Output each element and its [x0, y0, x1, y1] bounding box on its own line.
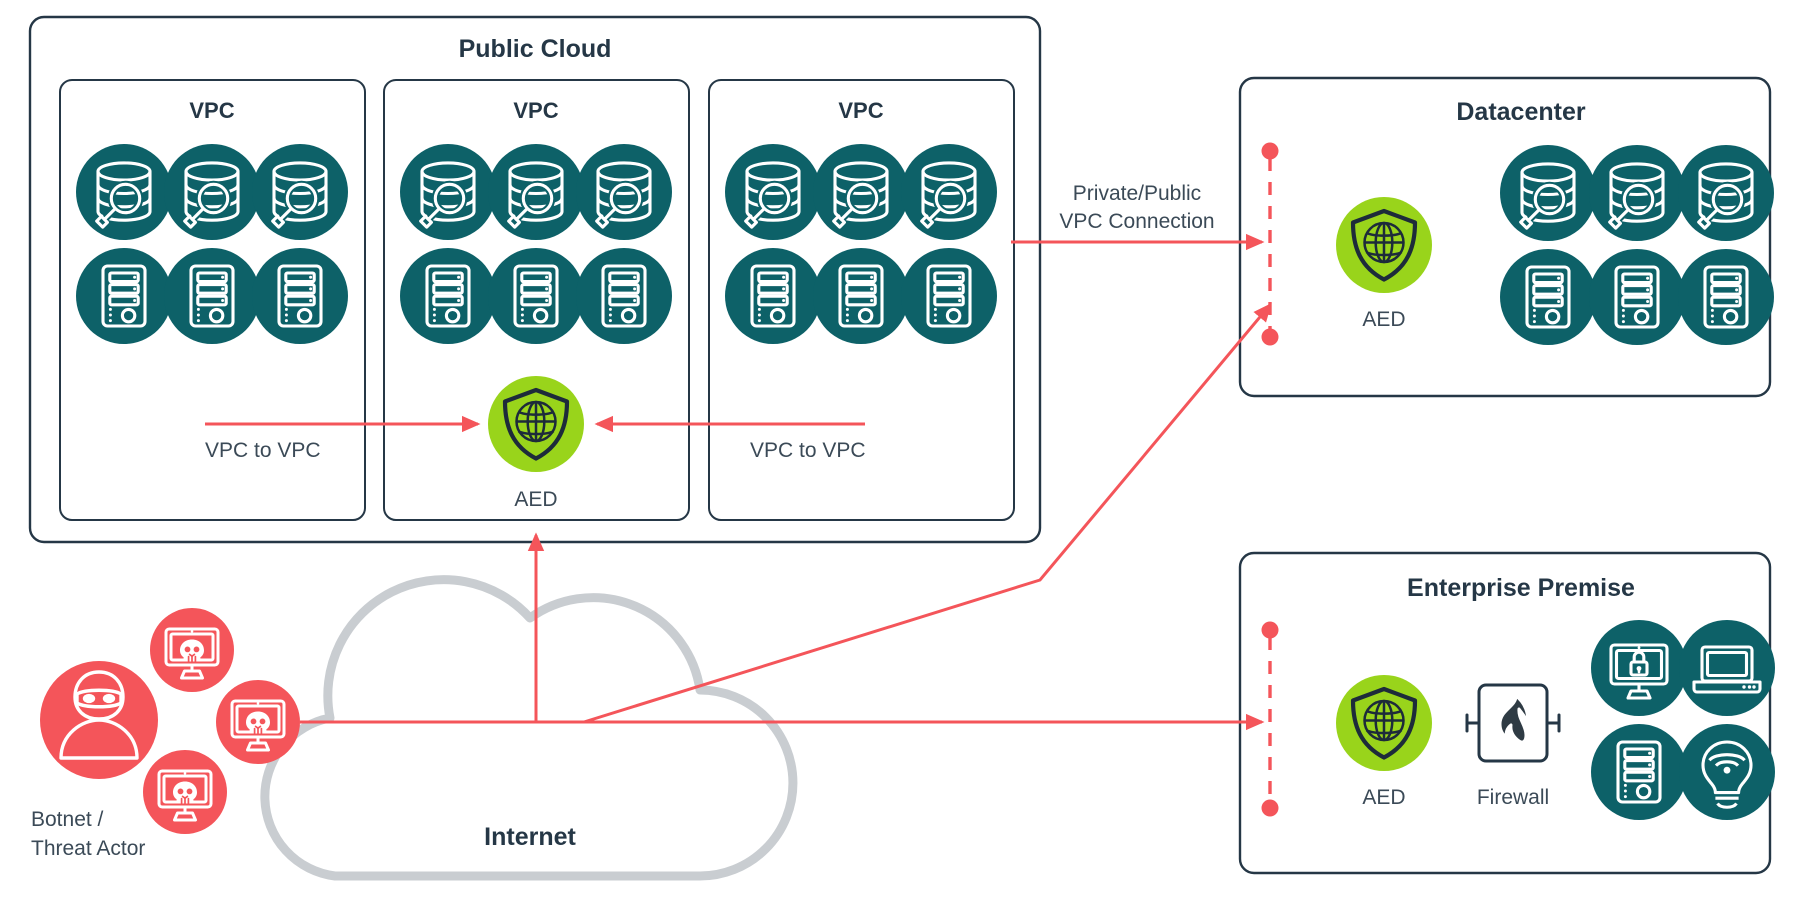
enterprise-premise-title: Enterprise Premise — [1407, 574, 1635, 602]
vpc-connection-label-line1: Private/Public — [1073, 182, 1201, 205]
server-icon — [1678, 249, 1774, 345]
perimeter-dot-top — [1261, 142, 1279, 160]
threat-label-line2: Threat Actor — [31, 837, 145, 860]
datacenter-title: Datacenter — [1456, 98, 1585, 126]
enterprise-device-grid — [1591, 620, 1775, 820]
firewall-node[interactable] — [1465, 683, 1561, 763]
diagram-canvas: Public Cloud VPC VPC AED VPC VPC to VPC … — [0, 0, 1800, 902]
database-search-icon — [725, 144, 821, 240]
database-search-icon — [1500, 145, 1596, 241]
perimeter-dot-bottom — [1261, 328, 1279, 346]
perimeter-dot-bottom — [1261, 799, 1279, 817]
aed-node-enterprise[interactable] — [1336, 675, 1432, 771]
botnet-node-bottom[interactable] — [143, 750, 227, 834]
server-icon — [76, 248, 172, 344]
public-cloud-title: Public Cloud — [459, 35, 612, 63]
threat-label-line1: Botnet / — [31, 808, 104, 831]
vpc-title-2: VPC — [513, 98, 558, 123]
botnet-node-top[interactable] — [150, 608, 234, 692]
aed-node-datacenter[interactable] — [1336, 197, 1432, 293]
threat-actor-node[interactable] — [40, 661, 158, 779]
database-search-icon — [1678, 145, 1774, 241]
server-icon — [488, 248, 584, 344]
vpc-title-3: VPC — [838, 98, 883, 123]
server-icon — [1591, 724, 1687, 820]
vpc-1-icon-grid — [76, 144, 348, 344]
database-search-icon — [488, 144, 584, 240]
database-search-icon — [576, 144, 672, 240]
server-icon — [1500, 249, 1596, 345]
firewall-icon — [1465, 683, 1561, 763]
database-search-icon — [400, 144, 496, 240]
server-icon — [164, 248, 260, 344]
vpc-connection-label-line2: VPC Connection — [1059, 210, 1214, 233]
datacenter-perimeter-line — [1261, 142, 1279, 346]
server-icon — [813, 248, 909, 344]
database-search-icon — [901, 144, 997, 240]
database-search-icon — [252, 144, 348, 240]
server-icon — [576, 248, 672, 344]
vpc-title-1: VPC — [189, 98, 234, 123]
database-search-icon — [813, 144, 909, 240]
firewall-label: Firewall — [1477, 786, 1549, 809]
vpc-to-vpc-label-right: VPC to VPC — [750, 439, 866, 462]
vpc-2-icon-grid — [400, 144, 672, 344]
datacenter-icon-grid — [1500, 145, 1774, 345]
database-search-icon — [164, 144, 260, 240]
database-search-icon — [1589, 145, 1685, 241]
server-icon — [400, 248, 496, 344]
vpc-3-icon-grid — [725, 144, 997, 344]
botnet-node-right[interactable] — [216, 680, 300, 764]
architecture-diagram: Public Cloud VPC VPC AED VPC VPC to VPC … — [28, 15, 1775, 881]
server-icon — [1589, 249, 1685, 345]
aed-node-public-cloud[interactable] — [488, 376, 584, 472]
smart-bulb-wifi-icon — [1679, 724, 1775, 820]
laptop-icon — [1679, 620, 1775, 716]
internet-label: Internet — [484, 823, 576, 851]
perimeter-dot-top — [1261, 621, 1279, 639]
enterprise-perimeter-line — [1261, 621, 1279, 817]
aed-label-enterprise: AED — [1362, 786, 1405, 809]
monitor-lock-icon — [1591, 620, 1687, 716]
server-icon — [725, 248, 821, 344]
aed-label-public-cloud: AED — [514, 488, 557, 511]
server-icon — [901, 248, 997, 344]
server-icon — [252, 248, 348, 344]
database-search-icon — [76, 144, 172, 240]
vpc-to-vpc-label-left: VPC to VPC — [205, 439, 321, 462]
aed-label-datacenter: AED — [1362, 308, 1405, 331]
